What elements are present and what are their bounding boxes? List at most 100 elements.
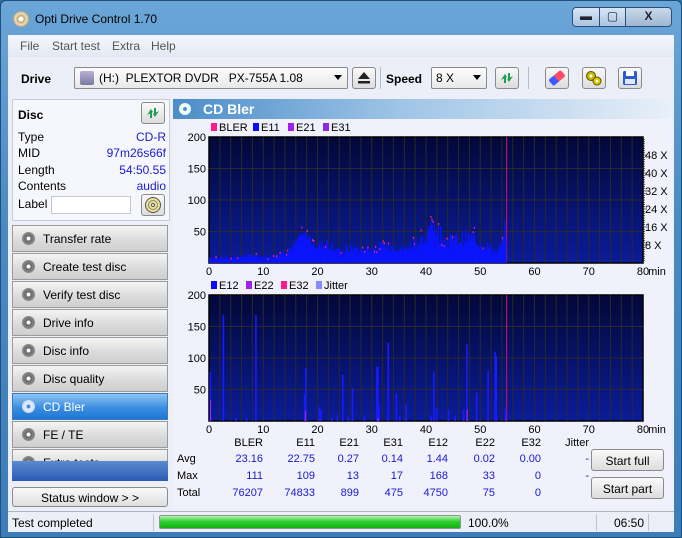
menu-file[interactable]: File xyxy=(20,39,39,53)
e11-bar xyxy=(457,244,459,263)
minimize-button[interactable]: ▬ xyxy=(572,7,600,27)
nav-item-create-test-disc[interactable]: Create test disc xyxy=(12,253,168,280)
nav-item-cd-bler[interactable]: CD Bler xyxy=(12,393,168,420)
e11-bar xyxy=(328,248,330,263)
status-text: Test completed xyxy=(12,516,93,530)
e11-bar xyxy=(346,246,348,263)
save-button[interactable] xyxy=(618,67,642,89)
e11-bar xyxy=(389,250,391,263)
nav-filler xyxy=(12,461,168,481)
disc-refresh-button[interactable] xyxy=(141,102,165,124)
nav-item-fe-te[interactable]: FE / TE xyxy=(12,421,168,448)
legend-label: E12 xyxy=(219,280,239,292)
e11-bar xyxy=(270,257,273,263)
stats-cell: 168 xyxy=(429,470,448,482)
e11-bar xyxy=(248,253,250,263)
e11-bar xyxy=(213,257,215,263)
e11-bar xyxy=(229,257,231,263)
e11-bar xyxy=(462,246,465,263)
e11-bar xyxy=(291,251,293,263)
disc-contents-row: Contents audio xyxy=(18,179,166,195)
e11-bar xyxy=(504,221,506,263)
e11-bar xyxy=(432,230,434,263)
status-divider xyxy=(596,514,597,531)
x-tick-label: 10 xyxy=(257,424,269,436)
start-full-button[interactable]: Start full xyxy=(591,449,664,471)
e11-bar xyxy=(482,248,484,263)
stats-cell: - xyxy=(585,470,589,482)
bler-mark xyxy=(312,239,314,242)
e11-bar xyxy=(228,258,230,263)
refresh-speed-button[interactable] xyxy=(495,67,519,89)
menu-help[interactable]: Help xyxy=(151,39,176,53)
stats-cell: 33 xyxy=(482,470,495,482)
e11-bar xyxy=(355,248,357,263)
e11-bar xyxy=(414,245,416,263)
e11-bar xyxy=(309,236,312,263)
e11-bar xyxy=(227,258,229,263)
y-tick-label: 150 xyxy=(188,164,206,176)
nav-item-drive-info[interactable]: Drive info xyxy=(12,309,168,336)
e12-bar xyxy=(430,415,432,421)
panel-title: CD Bler xyxy=(203,101,255,117)
drive-label: Drive xyxy=(21,72,52,86)
stats-cell: - xyxy=(585,453,589,465)
e11-bar xyxy=(467,233,469,263)
nav-item-transfer-rate[interactable]: Transfer rate xyxy=(12,225,168,252)
stats-cell: 76207 xyxy=(232,487,263,499)
bler-mark xyxy=(412,236,415,239)
status-window-button[interactable]: Status window > > xyxy=(12,487,168,507)
e11-bar xyxy=(299,237,301,263)
e11-bar xyxy=(381,244,383,263)
start-part-button[interactable]: Start part xyxy=(591,477,664,499)
e11-bar xyxy=(376,252,378,263)
nav-item-disc-quality[interactable]: Disc quality xyxy=(12,365,168,392)
e11-bar xyxy=(456,232,458,263)
disc-label-button[interactable] xyxy=(141,194,165,216)
e12-bar xyxy=(495,356,498,421)
drive-select[interactable]: (H:) PLEXTOR DVDR PX-755A 1.08 xyxy=(74,67,348,89)
e12-bar xyxy=(222,315,225,421)
e11-bar xyxy=(282,250,284,263)
e11-bar xyxy=(409,242,411,263)
speed-select[interactable]: 8 X xyxy=(431,67,487,89)
nav-item-disc-info[interactable]: Disc info xyxy=(12,337,168,364)
nav-item-verify-test-disc[interactable]: Verify test disc xyxy=(12,281,168,308)
e11-bar xyxy=(452,237,454,263)
cd-bler-icon xyxy=(179,103,191,115)
e11-bar xyxy=(240,257,242,263)
stats-cell: 13 xyxy=(346,470,359,482)
e12-bar xyxy=(320,409,322,421)
bler-mark xyxy=(279,251,281,254)
erase-button[interactable] xyxy=(545,67,569,89)
bler-mark xyxy=(325,245,327,248)
y2-tick-label: 8 X xyxy=(645,240,662,252)
e11-bar xyxy=(365,250,367,263)
menu-extra[interactable]: Extra xyxy=(112,39,140,53)
e12-bar xyxy=(454,415,456,421)
disc-label-input[interactable] xyxy=(51,196,131,214)
e11-bar xyxy=(447,248,449,263)
e11-bar xyxy=(412,239,415,263)
e11-bar xyxy=(433,221,435,263)
nav-item-label: Create test disc xyxy=(43,260,127,274)
x-tick-label: 70 xyxy=(583,424,595,436)
menu-start-test[interactable]: Start test xyxy=(52,39,100,53)
eject-button[interactable] xyxy=(352,67,376,89)
y-tick-label: 150 xyxy=(188,322,206,334)
e11-bar xyxy=(499,248,501,263)
maximize-button[interactable]: ▢ xyxy=(599,7,626,27)
e11-bar xyxy=(211,257,213,263)
e11-bar xyxy=(251,258,253,263)
settings-button[interactable] xyxy=(582,67,606,89)
e11-bar xyxy=(324,245,326,263)
close-button[interactable]: X xyxy=(625,7,672,27)
e11-bar xyxy=(224,257,226,263)
e11-bar xyxy=(449,234,452,263)
bler-mark xyxy=(301,226,303,229)
e11-bar xyxy=(382,242,384,263)
e11-bar xyxy=(217,258,219,263)
stats-cell: 75 xyxy=(482,487,495,499)
e11-bar xyxy=(320,240,322,263)
e11-bar xyxy=(306,233,308,263)
